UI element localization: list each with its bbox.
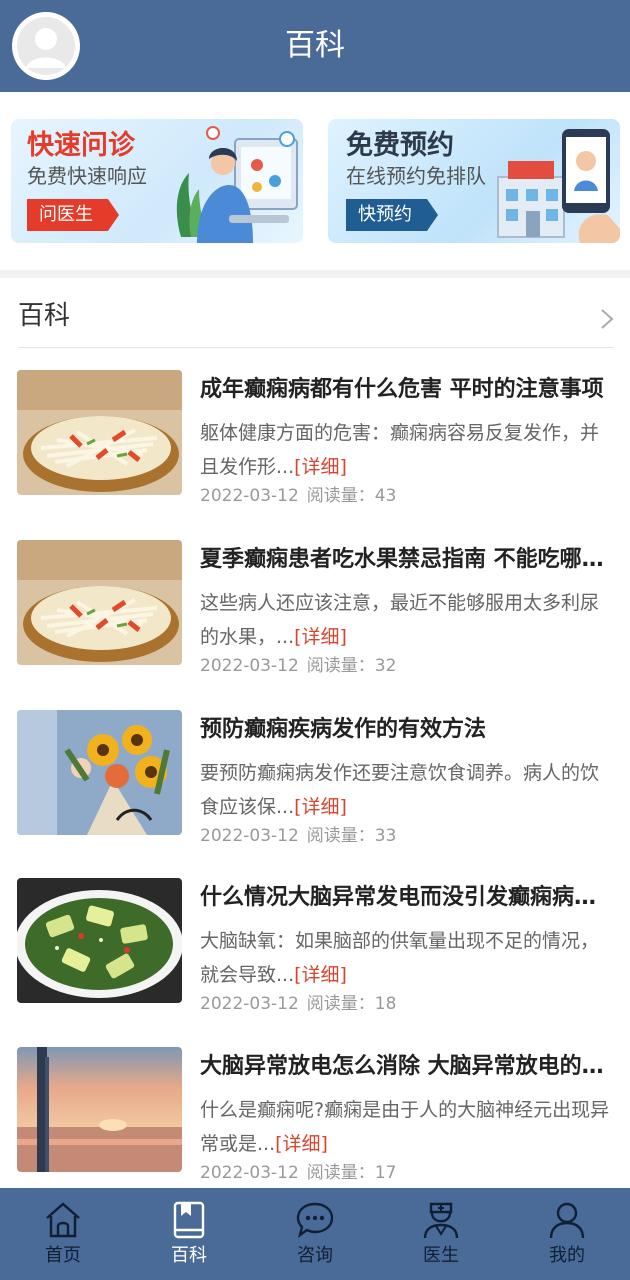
article-date: 2022-03-12 <box>200 826 299 846</box>
list-item[interactable]: 大脑异常放电怎么消除 大脑异常放电的原因 什么是癫痫呢?癫痫是由于人的大脑神经元… <box>17 1047 613 1207</box>
article-views: 阅读量：33 <box>306 826 397 846</box>
summary-text: 什么是癫痫呢?癫痫是由于人的大脑神经元出现异常或是... <box>200 1099 610 1155</box>
article-summary: 要预防癫痫病发作还要注意饮食调养。病人的饮食应该保...[详细] <box>200 756 610 824</box>
summary-text: 要预防癫痫病发作还要注意饮食调养。病人的饮食应该保... <box>200 762 600 818</box>
book-icon <box>173 1201 205 1239</box>
tab-label: 百科 <box>171 1245 207 1266</box>
page-title: 百科 <box>285 28 345 63</box>
tab-label: 首页 <box>45 1245 81 1266</box>
list-item[interactable]: 什么情况大脑异常发电而没引发癫痫病发作 大脑缺氧：如果脑部的供氧量出现不足的情况… <box>17 878 613 1038</box>
banner-subtitle: 免费快速响应 <box>27 164 147 188</box>
detail-link[interactable]: [详细] <box>294 964 347 986</box>
banner-subtitle: 在线预约免排队 <box>346 164 486 188</box>
article-title[interactable]: 夏季癫痫患者吃水果禁忌指南 不能吃哪些水果 <box>200 544 612 576</box>
article-summary: 这些病人还应该注意，最近不能够服用太多利尿的水果，...[详细] <box>200 586 610 654</box>
list-item[interactable]: 预防癫痫疾病发作的有效方法 要预防癫痫病发作还要注意饮食调养。病人的饮食应该保.… <box>17 710 613 870</box>
section-divider <box>0 270 630 278</box>
section-title: 百科 <box>18 301 71 331</box>
sunflower-bouquet-image <box>17 710 182 835</box>
list-item[interactable]: 夏季癫痫患者吃水果禁忌指南 不能吃哪些水果 这些病人还应该注意，最近不能够服用太… <box>17 540 613 700</box>
free-appointment-banner[interactable]: 免费预约 在线预约免排队 快预约 <box>328 119 620 243</box>
detail-link[interactable]: [详细] <box>294 626 347 648</box>
promo-banners: 快速问诊 免费快速响应 问医生 免费预约 在线预约免排队 快预约 <box>0 92 630 270</box>
detail-link[interactable]: [详细] <box>275 1133 328 1155</box>
ask-doctor-button[interactable]: 问医生 <box>27 199 119 231</box>
detail-link[interactable]: [详细] <box>294 456 347 478</box>
article-summary: 大脑缺氧：如果脑部的供氧量出现不足的情况，就会导致...[详细] <box>200 924 610 992</box>
banner-title: 快速问诊 <box>27 130 135 161</box>
article-meta: 2022-03-12 阅读量：33 <box>200 824 396 848</box>
quick-consult-banner[interactable]: 快速问诊 免费快速响应 问医生 <box>11 119 303 243</box>
hospital-phone-illustration <box>497 129 620 243</box>
tab-doctor[interactable]: 医生 <box>378 1188 504 1280</box>
user-icon <box>549 1202 585 1239</box>
summary-text: 躯体健康方面的危害：癫痫病容易反复发作，并且发作形... <box>200 422 600 478</box>
article-meta: 2022-03-12 阅读量：43 <box>200 484 396 508</box>
article-date: 2022-03-12 <box>200 994 299 1014</box>
article-title[interactable]: 成年癫痫病都有什么危害 平时的注意事项 <box>200 374 612 406</box>
home-icon <box>46 1202 80 1238</box>
chat-icon <box>296 1202 334 1238</box>
tab-label: 咨询 <box>297 1245 333 1266</box>
summary-text: 大脑缺氧：如果脑部的供氧量出现不足的情况，就会导致... <box>200 930 600 986</box>
article-meta: 2022-03-12 阅读量：32 <box>200 654 396 678</box>
tab-label: 医生 <box>423 1245 459 1266</box>
tab-encyclopedia[interactable]: 百科 <box>126 1188 252 1280</box>
doctor-icon <box>423 1202 459 1239</box>
section-header[interactable]: 百科 <box>18 278 614 348</box>
chevron-right-icon[interactable] <box>600 308 614 330</box>
article-views: 阅读量：32 <box>306 656 397 676</box>
article-title[interactable]: 什么情况大脑异常发电而没引发癫痫病发作 <box>200 882 612 914</box>
article-views: 阅读量：18 <box>306 994 397 1014</box>
article-date: 2022-03-12 <box>200 656 299 676</box>
article-title[interactable]: 预防癫痫疾病发作的有效方法 <box>200 714 612 746</box>
article-meta: 2022-03-12 阅读量：18 <box>200 992 396 1016</box>
tab-consult[interactable]: 咨询 <box>252 1188 378 1280</box>
tab-profile[interactable]: 我的 <box>504 1188 630 1280</box>
tab-home[interactable]: 首页 <box>0 1188 126 1280</box>
tab-label: 我的 <box>549 1245 585 1266</box>
sunset-sea-image <box>17 1047 182 1172</box>
article-title[interactable]: 大脑异常放电怎么消除 大脑异常放电的原因 <box>200 1051 612 1083</box>
list-item[interactable]: 成年癫痫病都有什么危害 平时的注意事项 躯体健康方面的危害：癫痫病容易反复发作，… <box>17 370 613 530</box>
article-views: 阅读量：17 <box>306 1163 397 1183</box>
article-summary: 什么是癫痫呢?癫痫是由于人的大脑神经元出现异常或是...[详细] <box>200 1093 610 1161</box>
article-meta: 2022-03-12 阅读量：17 <box>200 1161 396 1185</box>
book-appointment-button[interactable]: 快预约 <box>346 199 438 231</box>
summary-text: 这些病人还应该注意，最近不能够服用太多利尿的水果，... <box>200 592 600 648</box>
article-views: 阅读量：43 <box>306 486 397 506</box>
banner-title: 免费预约 <box>346 130 454 161</box>
noodle-salad-image <box>17 540 182 665</box>
article-date: 2022-03-12 <box>200 486 299 506</box>
detail-link[interactable]: [详细] <box>294 796 347 818</box>
cucumber-salad-image <box>17 878 182 1003</box>
top-header: 百科 <box>0 0 630 92</box>
article-date: 2022-03-12 <box>200 1163 299 1183</box>
article-summary: 躯体健康方面的危害：癫痫病容易反复发作，并且发作形...[详细] <box>200 416 610 484</box>
noodle-salad-image <box>17 370 182 495</box>
doctor-consult-illustration <box>176 126 298 243</box>
bottom-tab-bar: 首页 百科 咨询 医生 我的 <box>0 1188 630 1280</box>
